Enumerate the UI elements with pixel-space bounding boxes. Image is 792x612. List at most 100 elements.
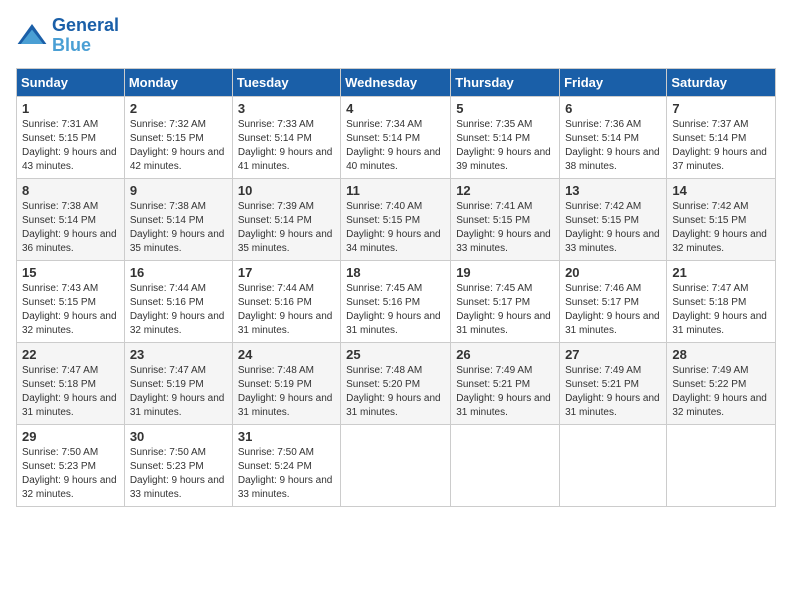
calendar-day-cell: 18 Sunrise: 7:45 AMSunset: 5:16 PMDayligh… [341, 260, 451, 342]
day-number: 12 [456, 183, 554, 198]
day-info: Sunrise: 7:47 AMSunset: 5:18 PMDaylight:… [672, 282, 770, 338]
calendar-week-row: 29 Sunrise: 7:50 AMSunset: 5:23 PMDayligh… [17, 424, 776, 506]
day-info: Sunrise: 7:48 AMSunset: 5:19 PMDaylight:… [238, 364, 335, 420]
calendar-day-cell: 23 Sunrise: 7:47 AMSunset: 5:19 PMDayligh… [124, 342, 232, 424]
day-info: Sunrise: 7:45 AMSunset: 5:16 PMDaylight:… [346, 282, 445, 338]
calendar-day-cell: 9 Sunrise: 7:38 AMSunset: 5:14 PMDaylight… [124, 178, 232, 260]
day-info: Sunrise: 7:42 AMSunset: 5:15 PMDaylight:… [672, 200, 770, 256]
day-number: 4 [346, 101, 445, 116]
day-number: 20 [565, 265, 661, 280]
day-info: Sunrise: 7:50 AMSunset: 5:24 PMDaylight:… [238, 446, 335, 502]
calendar-day-cell: 17 Sunrise: 7:44 AMSunset: 5:16 PMDayligh… [232, 260, 340, 342]
calendar-day-cell: 16 Sunrise: 7:44 AMSunset: 5:16 PMDayligh… [124, 260, 232, 342]
day-number: 29 [22, 429, 119, 444]
logo-icon [16, 20, 48, 52]
day-number: 21 [672, 265, 770, 280]
day-number: 26 [456, 347, 554, 362]
calendar-week-row: 8 Sunrise: 7:38 AMSunset: 5:14 PMDaylight… [17, 178, 776, 260]
calendar-day-cell: 11 Sunrise: 7:40 AMSunset: 5:15 PMDayligh… [341, 178, 451, 260]
day-info: Sunrise: 7:42 AMSunset: 5:15 PMDaylight:… [565, 200, 661, 256]
day-info: Sunrise: 7:47 AMSunset: 5:18 PMDaylight:… [22, 364, 119, 420]
calendar-table: SundayMondayTuesdayWednesdayThursdayFrid… [16, 68, 776, 507]
day-number: 15 [22, 265, 119, 280]
day-info: Sunrise: 7:44 AMSunset: 5:16 PMDaylight:… [130, 282, 227, 338]
day-info: Sunrise: 7:49 AMSunset: 5:21 PMDaylight:… [565, 364, 661, 420]
calendar-day-cell: 14 Sunrise: 7:42 AMSunset: 5:15 PMDayligh… [667, 178, 776, 260]
day-number: 10 [238, 183, 335, 198]
day-info: Sunrise: 7:39 AMSunset: 5:14 PMDaylight:… [238, 200, 335, 256]
day-info: Sunrise: 7:45 AMSunset: 5:17 PMDaylight:… [456, 282, 554, 338]
calendar-day-cell: 20 Sunrise: 7:46 AMSunset: 5:17 PMDayligh… [560, 260, 667, 342]
calendar-body: 1 Sunrise: 7:31 AMSunset: 5:15 PMDaylight… [17, 96, 776, 506]
calendar-day-cell: 8Sunrise: 7:38 AMSunset: 5:14 PMDaylight… [17, 178, 125, 260]
calendar-day-cell: 10 Sunrise: 7:39 AMSunset: 5:14 PMDayligh… [232, 178, 340, 260]
day-number: 17 [238, 265, 335, 280]
calendar-week-row: 1 Sunrise: 7:31 AMSunset: 5:15 PMDaylight… [17, 96, 776, 178]
calendar-day-cell: 7Sunrise: 7:37 AMSunset: 5:14 PMDaylight… [667, 96, 776, 178]
day-info: Sunrise: 7:40 AMSunset: 5:15 PMDaylight:… [346, 200, 445, 256]
calendar-day-cell: 22 Sunrise: 7:47 AMSunset: 5:18 PMDayligh… [17, 342, 125, 424]
day-number: 22 [22, 347, 119, 362]
calendar-day-cell: 15 Sunrise: 7:43 AMSunset: 5:15 PMDayligh… [17, 260, 125, 342]
day-info: Sunrise: 7:41 AMSunset: 5:15 PMDaylight:… [456, 200, 554, 256]
calendar-day-cell: 26 Sunrise: 7:49 AMSunset: 5:21 PMDayligh… [451, 342, 560, 424]
calendar-week-row: 22 Sunrise: 7:47 AMSunset: 5:18 PMDayligh… [17, 342, 776, 424]
calendar-header-cell: Thursday [451, 68, 560, 96]
day-info: Sunrise: 7:47 AMSunset: 5:19 PMDaylight:… [130, 364, 227, 420]
day-info: Sunrise: 7:50 AMSunset: 5:23 PMDaylight:… [130, 446, 227, 502]
day-number: 11 [346, 183, 445, 198]
day-number: 28 [672, 347, 770, 362]
calendar-header-cell: Tuesday [232, 68, 340, 96]
logo: General Blue [16, 16, 119, 56]
day-info: Sunrise: 7:37 AMSunset: 5:14 PMDaylight:… [672, 118, 770, 174]
calendar-day-cell: 31 Sunrise: 7:50 AMSunset: 5:24 PMDayligh… [232, 424, 340, 506]
calendar-day-cell: 6 Sunrise: 7:36 AMSunset: 5:14 PMDaylight… [560, 96, 667, 178]
day-number: 25 [346, 347, 445, 362]
day-info: Sunrise: 7:44 AMSunset: 5:16 PMDaylight:… [238, 282, 335, 338]
day-number: 8 [22, 183, 119, 198]
calendar-day-cell [560, 424, 667, 506]
day-number: 16 [130, 265, 227, 280]
calendar-day-cell [341, 424, 451, 506]
day-number: 18 [346, 265, 445, 280]
day-info: Sunrise: 7:36 AMSunset: 5:14 PMDaylight:… [565, 118, 661, 174]
day-number: 14 [672, 183, 770, 198]
day-number: 24 [238, 347, 335, 362]
calendar-day-cell: 30 Sunrise: 7:50 AMSunset: 5:23 PMDayligh… [124, 424, 232, 506]
calendar-day-cell [667, 424, 776, 506]
day-number: 31 [238, 429, 335, 444]
day-info: Sunrise: 7:50 AMSunset: 5:23 PMDaylight:… [22, 446, 119, 502]
day-number: 30 [130, 429, 227, 444]
calendar-day-cell: 4Sunrise: 7:34 AMSunset: 5:14 PMDaylight… [341, 96, 451, 178]
day-info: Sunrise: 7:33 AMSunset: 5:14 PMDaylight:… [238, 118, 335, 174]
calendar-day-cell: 2Sunrise: 7:32 AMSunset: 5:15 PMDaylight… [124, 96, 232, 178]
day-number: 27 [565, 347, 661, 362]
calendar-day-cell: 13 Sunrise: 7:42 AMSunset: 5:15 PMDayligh… [560, 178, 667, 260]
day-info: Sunrise: 7:49 AMSunset: 5:22 PMDaylight:… [672, 364, 770, 420]
day-number: 5 [456, 101, 554, 116]
day-number: 19 [456, 265, 554, 280]
calendar-header-cell: Wednesday [341, 68, 451, 96]
day-info: Sunrise: 7:43 AMSunset: 5:15 PMDaylight:… [22, 282, 119, 338]
day-number: 23 [130, 347, 227, 362]
day-number: 6 [565, 101, 661, 116]
day-info: Sunrise: 7:48 AMSunset: 5:20 PMDaylight:… [346, 364, 445, 420]
calendar-header-cell: Sunday [17, 68, 125, 96]
day-number: 9 [130, 183, 227, 198]
calendar-day-cell: 28 Sunrise: 7:49 AMSunset: 5:22 PMDayligh… [667, 342, 776, 424]
calendar-day-cell: 29 Sunrise: 7:50 AMSunset: 5:23 PMDayligh… [17, 424, 125, 506]
calendar-day-cell: 21 Sunrise: 7:47 AMSunset: 5:18 PMDayligh… [667, 260, 776, 342]
day-info: Sunrise: 7:31 AMSunset: 5:15 PMDaylight:… [22, 118, 119, 174]
calendar-day-cell [451, 424, 560, 506]
day-number: 2 [130, 101, 227, 116]
day-info: Sunrise: 7:46 AMSunset: 5:17 PMDaylight:… [565, 282, 661, 338]
day-info: Sunrise: 7:35 AMSunset: 5:14 PMDaylight:… [456, 118, 554, 174]
day-number: 1 [22, 101, 119, 116]
day-number: 13 [565, 183, 661, 198]
day-info: Sunrise: 7:38 AMSunset: 5:14 PMDaylight:… [130, 200, 227, 256]
calendar-day-cell: 19 Sunrise: 7:45 AMSunset: 5:17 PMDayligh… [451, 260, 560, 342]
calendar-week-row: 15 Sunrise: 7:43 AMSunset: 5:15 PMDayligh… [17, 260, 776, 342]
day-info: Sunrise: 7:49 AMSunset: 5:21 PMDaylight:… [456, 364, 554, 420]
calendar-header-row: SundayMondayTuesdayWednesdayThursdayFrid… [17, 68, 776, 96]
calendar-header-cell: Saturday [667, 68, 776, 96]
